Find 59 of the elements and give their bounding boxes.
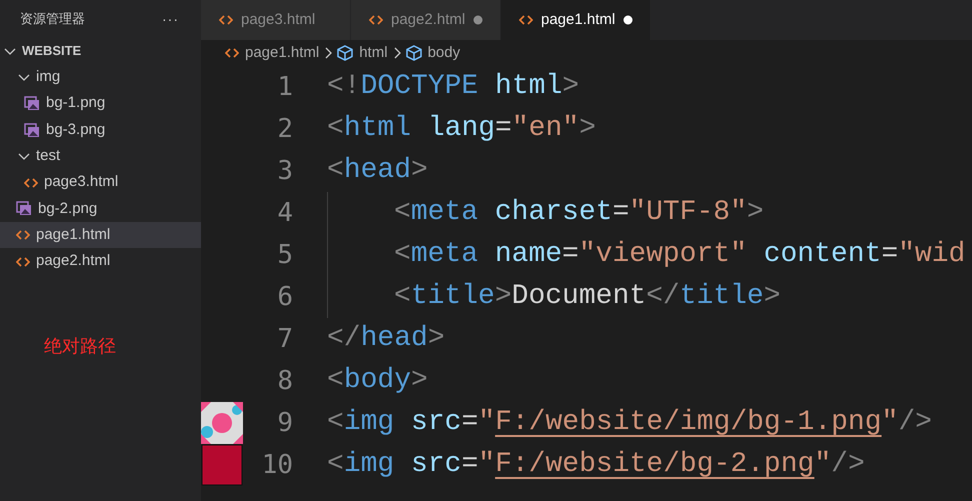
line-number: 7: [276, 322, 293, 356]
line-number: 9: [276, 406, 293, 440]
code-line: <title>Document</title>: [393, 280, 780, 314]
color-swatch-icon: [201, 444, 243, 486]
code-line: <body>: [327, 364, 428, 398]
code-brackets-icon: [24, 176, 38, 189]
more-actions-button[interactable]: ···: [162, 8, 179, 30]
chevron-right-icon: [392, 47, 402, 59]
cube-icon: [337, 45, 354, 61]
line-number: 5: [276, 238, 293, 272]
code-line: <meta charset="UTF-8">: [393, 196, 764, 230]
tree-item[interactable]: page1.html: [0, 222, 201, 248]
line-number: 10: [260, 448, 293, 482]
tree-item[interactable]: bg-2.png: [0, 196, 201, 222]
code-line: <meta name="viewport" content="wid: [393, 238, 966, 272]
tree-item[interactable]: WEBSITE: [0, 38, 201, 64]
tree-item[interactable]: page2.html: [0, 248, 201, 275]
line-number: 1: [276, 70, 293, 104]
code-brackets-icon: [16, 256, 30, 268]
breadcrumb-item[interactable]: html: [337, 42, 388, 64]
code-brackets-icon: [16, 229, 30, 242]
code-brackets-icon: [219, 14, 233, 26]
tree-item[interactable]: page3.html: [0, 169, 201, 196]
code-line: <img src="F:/website/img/bg-1.png"/>: [327, 406, 932, 440]
modified-dot-icon: [623, 15, 634, 25]
breadcrumb-item[interactable]: page1.html: [225, 42, 320, 64]
editor-tab[interactable]: page3.html: [201, 0, 351, 40]
line-number: 4: [276, 196, 293, 230]
tree-item[interactable]: bg-3.png: [0, 116, 201, 144]
code-line: <!DOCTYPE html>: [327, 70, 580, 104]
pattern-thumbnail-icon: [201, 402, 243, 444]
code-brackets-icon: [519, 14, 533, 26]
modified-dot-icon: [473, 15, 484, 25]
code-brackets-icon: [369, 14, 383, 26]
code-line: <html lang="en">: [327, 112, 596, 146]
cube-icon: [406, 45, 422, 61]
chevron-down-icon: [18, 151, 30, 162]
sidebar-title: 资源管理器: [20, 10, 85, 28]
annotation-text: 绝对路径: [44, 334, 117, 358]
code-line: <head>: [327, 154, 428, 188]
line-number: 3: [276, 154, 293, 188]
line-number: 2: [276, 112, 293, 146]
image-file-icon: [24, 96, 40, 112]
image-file-icon: [16, 201, 32, 216]
image-file-icon: [24, 122, 40, 138]
line-number: 8: [276, 364, 293, 398]
line-number: 6: [276, 280, 293, 314]
editor-tab[interactable]: page1.html: [501, 0, 651, 40]
editor-tab[interactable]: page2.html: [351, 0, 501, 40]
chevron-down-icon: [18, 72, 30, 82]
breadcrumb-item[interactable]: body: [406, 42, 460, 64]
code-brackets-icon: [225, 47, 239, 59]
tree-item[interactable]: bg-1.png: [0, 90, 201, 117]
chevron-down-icon: [4, 46, 16, 56]
chevron-right-icon: [323, 47, 334, 59]
code-line: <img src="F:/website/bg-2.png"/>: [327, 448, 865, 482]
code-line: </head>: [327, 322, 445, 356]
tree-item[interactable]: test: [0, 143, 201, 170]
tree-item[interactable]: img: [0, 64, 201, 91]
